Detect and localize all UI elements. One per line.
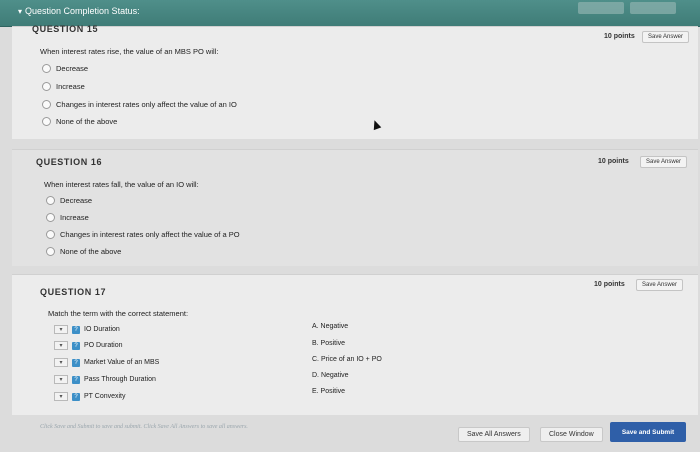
answer-option[interactable]: Decrease — [46, 196, 92, 205]
completion-status[interactable]: ▾ Question Completion Status: — [18, 6, 140, 16]
match-select[interactable]: ▾ — [54, 341, 68, 350]
question-mark-icon: ? — [72, 392, 80, 401]
answer-option[interactable]: None of the above — [46, 247, 121, 256]
match-select[interactable]: ▾ — [54, 358, 68, 367]
answer-option[interactable]: Decrease — [42, 64, 88, 73]
question-prompt: When interest rates rise, the value of a… — [40, 47, 219, 56]
question-prompt: When interest rates fall, the value of a… — [44, 180, 199, 189]
toolbar-button-1[interactable] — [578, 2, 624, 14]
radio-button[interactable] — [46, 247, 55, 256]
question-mark-icon: ? — [72, 358, 80, 367]
radio-button[interactable] — [46, 213, 55, 222]
question-title: QUESTION 16 — [36, 157, 103, 167]
answer-item: D. Negative — [312, 372, 349, 379]
answer-item: A. Negative — [312, 323, 349, 330]
question-16-panel: QUESTION 16 10 points Save Answer When i… — [12, 149, 698, 266]
radio-button[interactable] — [42, 82, 51, 91]
match-row: ▾? Market Value of an MBS — [54, 358, 159, 367]
save-answer-button[interactable]: Save Answer — [636, 279, 684, 291]
footer-instructions: Click Save and Submit to save and submit… — [40, 424, 248, 430]
question-mark-icon: ? — [72, 341, 80, 350]
question-mark-icon: ? — [72, 325, 80, 334]
radio-button[interactable] — [42, 100, 51, 109]
save-all-answers-button[interactable]: Save All Answers — [458, 427, 530, 442]
answer-option[interactable]: Changes in interest rates only affect th… — [42, 100, 237, 109]
answer-item: C. Price of an IO + PO — [312, 356, 382, 363]
match-row: ▾? IO Duration — [54, 325, 120, 334]
save-answer-button[interactable]: Save Answer — [640, 156, 688, 168]
radio-button[interactable] — [42, 117, 51, 126]
match-select[interactable]: ▾ — [54, 392, 68, 401]
radio-button[interactable] — [46, 196, 55, 205]
question-points: 10 points — [598, 158, 629, 165]
question-title: QUESTION 15 — [32, 24, 99, 34]
answer-option[interactable]: Increase — [46, 213, 89, 222]
answer-option[interactable]: Increase — [42, 82, 85, 91]
answer-option[interactable]: None of the above — [42, 117, 117, 126]
question-17-panel: QUESTION 17 10 points Save Answer Match … — [12, 274, 698, 415]
question-points: 10 points — [594, 281, 625, 288]
close-window-button[interactable]: Close Window — [540, 427, 603, 442]
match-row: ▾? PT Convexity — [54, 392, 126, 401]
match-select[interactable]: ▾ — [54, 375, 68, 384]
question-points: 10 points — [604, 33, 635, 40]
answer-item: B. Positive — [312, 340, 346, 347]
question-15-panel: QUESTION 15 10 points Save Answer When i… — [12, 24, 698, 139]
match-row: ▾? Pass Through Duration — [54, 375, 156, 384]
match-select[interactable]: ▾ — [54, 325, 68, 334]
toolbar-button-2[interactable] — [630, 2, 676, 14]
match-row: ▾? PO Duration — [54, 341, 123, 350]
completion-status-bar: ▾ Question Completion Status: — [0, 0, 700, 27]
answer-option[interactable]: Changes in interest rates only affect th… — [46, 230, 240, 239]
radio-button[interactable] — [46, 230, 55, 239]
radio-button[interactable] — [42, 64, 51, 73]
question-prompt: Match the term with the correct statemen… — [48, 309, 189, 318]
question-title: QUESTION 17 — [40, 287, 107, 297]
triangle-down-icon: ▾ — [18, 7, 23, 16]
completion-status-label: Question Completion Status: — [25, 6, 140, 16]
answer-item: E. Positive — [312, 388, 346, 395]
question-mark-icon: ? — [72, 375, 80, 384]
save-answer-button[interactable]: Save Answer — [642, 31, 690, 43]
save-and-submit-button[interactable]: Save and Submit — [610, 422, 686, 442]
